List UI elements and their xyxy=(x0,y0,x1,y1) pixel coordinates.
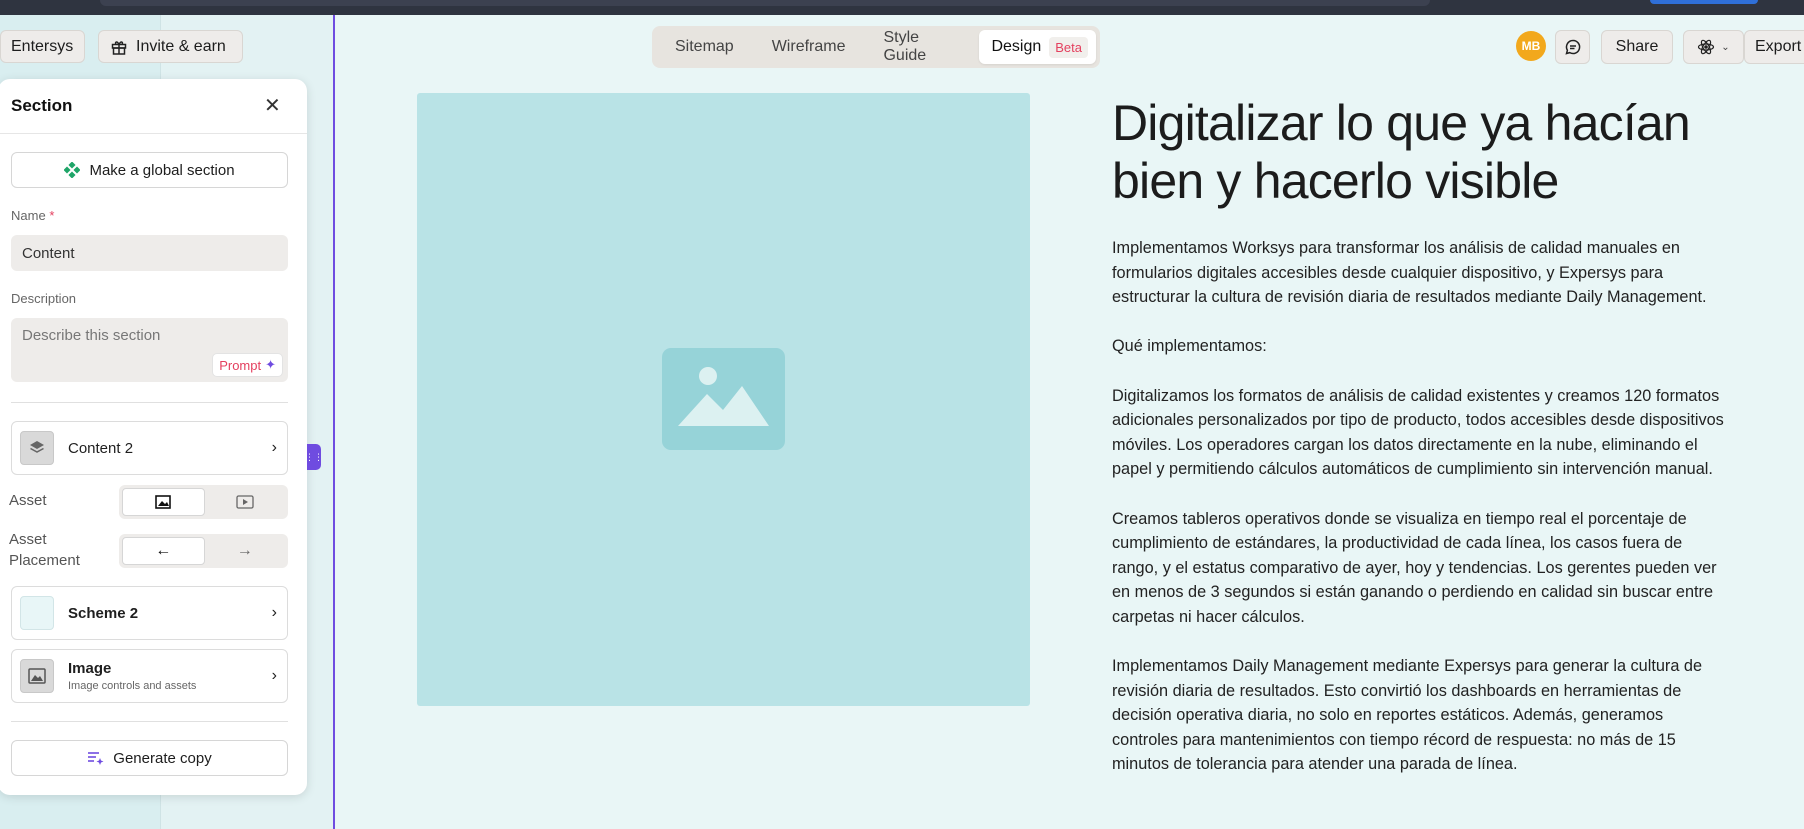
generate-copy-button[interactable]: Generate copy xyxy=(11,740,288,776)
scheme-label: Scheme 2 xyxy=(68,604,139,622)
tab-label: Sitemap xyxy=(675,38,734,55)
asset-image-option[interactable] xyxy=(122,488,205,516)
export-label: Export xyxy=(1755,38,1802,55)
tab-design[interactable]: Design Beta xyxy=(979,30,1096,64)
video-icon xyxy=(236,495,254,509)
close-icon[interactable]: ✕ xyxy=(264,96,281,116)
make-global-section-button[interactable]: Make a global section xyxy=(11,152,288,188)
browser-top-strip xyxy=(0,0,1804,15)
image-text: Image Image controls and assets xyxy=(68,660,196,692)
react-icon xyxy=(1697,38,1715,56)
asset-placement-label: Asset Placement xyxy=(9,531,80,569)
scheme-selector[interactable]: Scheme 2 › xyxy=(11,586,288,640)
layout-label: Content 2 xyxy=(68,439,134,457)
image-placeholder[interactable] xyxy=(417,93,1030,706)
tab-wireframe[interactable]: Wireframe xyxy=(753,30,865,64)
arrow-right-icon: → xyxy=(236,542,253,559)
image-title: Image xyxy=(68,660,112,677)
name-label-text: Name xyxy=(11,208,46,223)
arrow-left-icon: ← xyxy=(155,542,172,559)
tab-label: Style Guide xyxy=(883,29,927,64)
gift-icon xyxy=(110,38,128,56)
invite-earn-button[interactable]: Invite & earn xyxy=(98,30,243,63)
image-placeholder-icon xyxy=(662,348,785,450)
image-icon xyxy=(20,659,54,693)
section-body[interactable]: Implementamos Worksys para transformar l… xyxy=(1112,236,1727,777)
divider xyxy=(11,402,288,403)
chevron-right-icon: › xyxy=(271,667,277,684)
chevron-down-icon: ⌄ xyxy=(1721,41,1730,53)
scheme-swatch xyxy=(20,596,54,630)
sparkle-icon: ✦ xyxy=(265,357,276,372)
invite-earn-label: Invite & earn xyxy=(136,37,226,55)
workspace-label: Entersys xyxy=(11,37,74,55)
generate-copy-icon xyxy=(87,751,104,765)
generate-copy-label: Generate copy xyxy=(113,749,212,767)
tab-label: Design xyxy=(991,38,1042,55)
asset-video-option[interactable] xyxy=(205,488,286,516)
prompt-button[interactable]: Prompt ✦ xyxy=(212,353,283,377)
view-tabs: Sitemap Wireframe Style Guide Design Bet… xyxy=(652,26,1100,68)
asset-placement-toggle: ← → xyxy=(119,534,288,568)
workspace-button[interactable]: Entersys xyxy=(0,30,86,63)
beta-badge: Beta xyxy=(1049,36,1088,58)
framework-dropdown[interactable]: ⌄ xyxy=(1683,30,1744,64)
layers-icon xyxy=(20,431,54,465)
comment-icon xyxy=(1564,38,1582,56)
asset-label: Asset xyxy=(9,492,47,509)
tab-label: Wireframe xyxy=(771,38,846,55)
image-controls[interactable]: Image Image controls and assets › xyxy=(11,649,288,703)
chevron-right-icon: › xyxy=(271,604,277,621)
asset-toggle xyxy=(119,485,288,519)
layout-selector[interactable]: Content 2 › xyxy=(11,421,288,475)
image-icon xyxy=(155,495,172,509)
global-section-icon xyxy=(64,162,81,178)
avatar[interactable]: MB xyxy=(1516,31,1546,61)
name-label: Name * xyxy=(11,208,54,223)
placement-right-option[interactable]: → xyxy=(205,537,286,565)
prompt-label: Prompt xyxy=(219,357,262,373)
divider xyxy=(11,721,288,722)
section-heading[interactable]: Digitalizar lo que ya hacían bien y hace… xyxy=(1112,94,1732,210)
required-mark: * xyxy=(49,208,55,223)
share-button[interactable]: Share xyxy=(1601,30,1673,64)
top-action-button[interactable] xyxy=(1650,0,1758,4)
image-subtitle: Image controls and assets xyxy=(68,680,197,692)
divider xyxy=(0,133,307,134)
name-value: Content xyxy=(22,244,75,262)
placement-left-option[interactable]: ← xyxy=(122,537,205,565)
description-placeholder: Describe this section xyxy=(22,327,161,344)
section-panel: Section ✕ Make a global section Name * C… xyxy=(0,79,307,795)
panel-title: Section xyxy=(11,96,73,115)
share-label: Share xyxy=(1615,38,1659,55)
selection-outline xyxy=(333,15,335,829)
drag-handle[interactable]: ⋮⋮ xyxy=(305,444,323,470)
chevron-right-icon: › xyxy=(271,439,277,456)
description-label: Description xyxy=(11,291,77,306)
address-bar xyxy=(100,0,1430,6)
tab-sitemap[interactable]: Sitemap xyxy=(656,30,753,64)
tab-style-guide[interactable]: Style Guide xyxy=(864,29,979,64)
export-button[interactable]: Export xyxy=(1744,30,1804,64)
make-global-section-label: Make a global section xyxy=(89,161,235,179)
description-field[interactable]: Describe this section Prompt ✦ xyxy=(11,318,288,382)
name-field[interactable]: Content xyxy=(11,235,288,271)
comments-button[interactable] xyxy=(1555,30,1590,64)
